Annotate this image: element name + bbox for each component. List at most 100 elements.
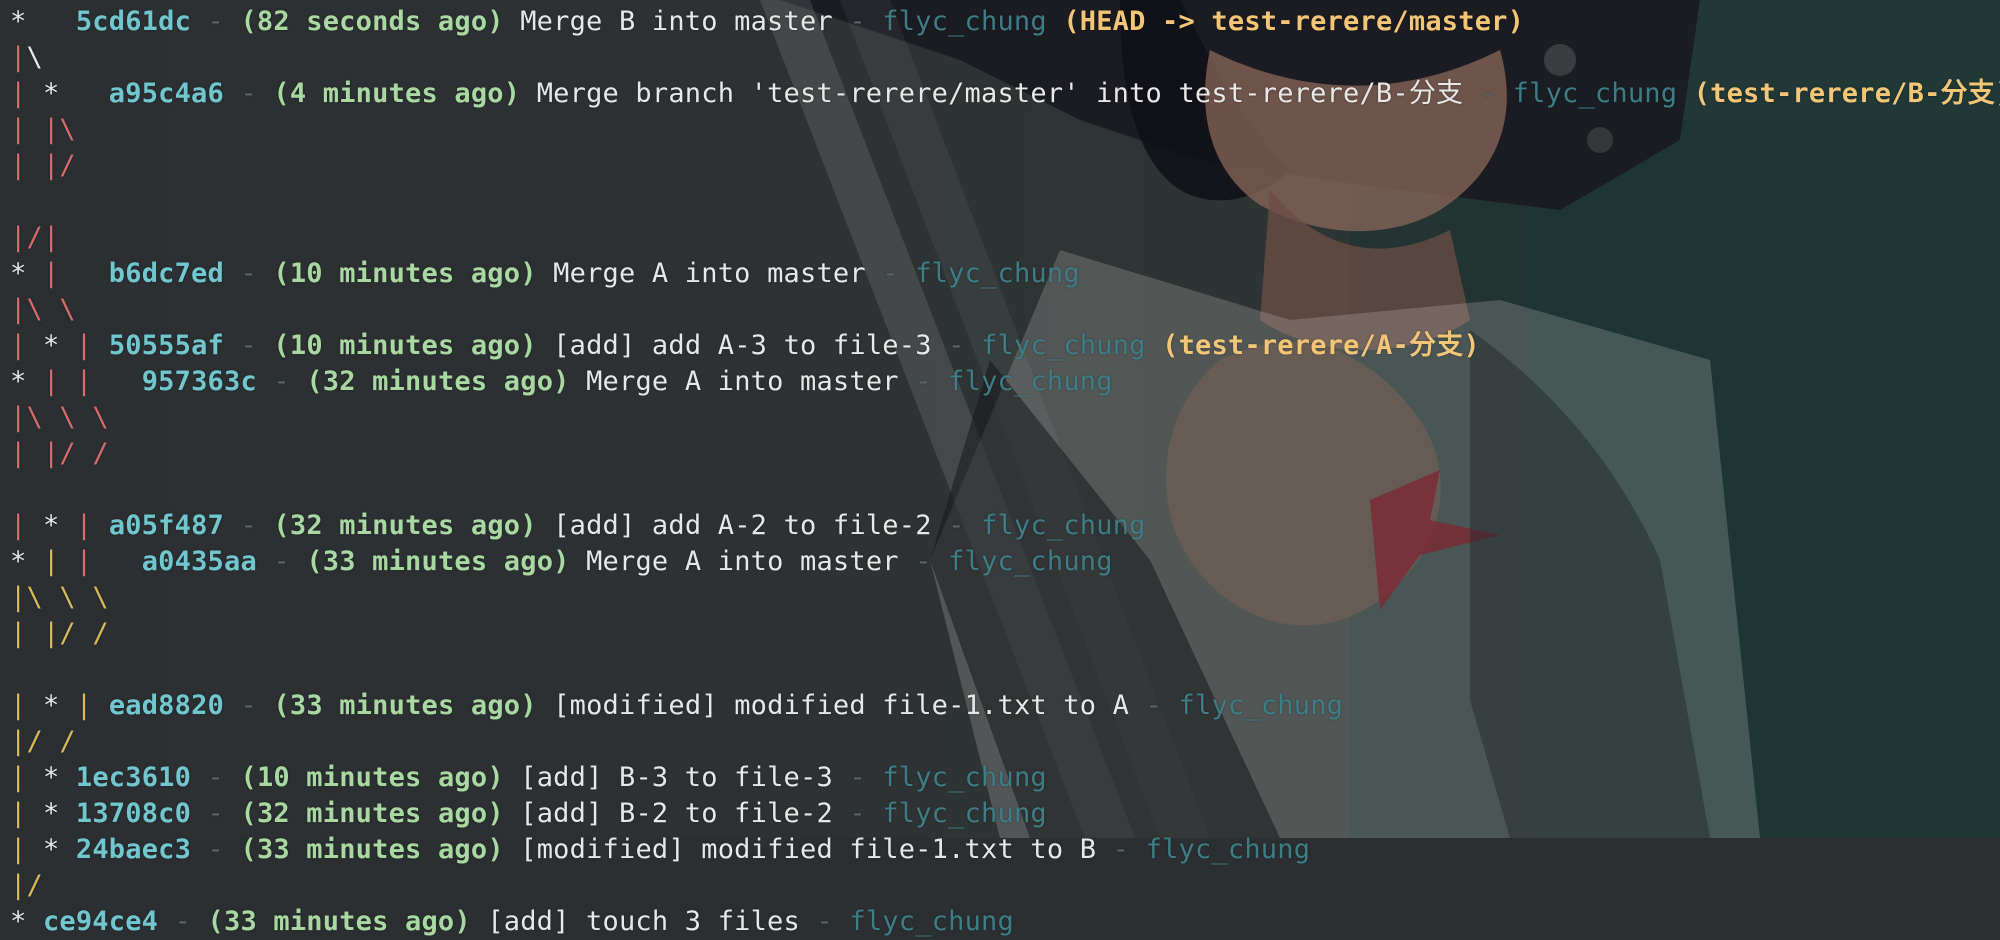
graph-branch: | xyxy=(10,438,27,469)
commit-message: [modified] modified file-1.txt to A xyxy=(553,690,1130,721)
graph-branch: | xyxy=(10,798,27,829)
commit-time: (32 minutes ago) xyxy=(240,798,504,829)
commit-message: Merge branch 'test-rerere/master' into t… xyxy=(536,78,1464,109)
log-line-3: | * a95c4a6 - (4 minutes ago) Merge bran… xyxy=(0,76,2000,112)
graph-branch: / xyxy=(26,222,43,253)
commit-author: flyc_chung xyxy=(948,366,1113,397)
graph-branch: \ xyxy=(59,294,76,325)
separator: - xyxy=(207,762,225,793)
commit-message: [modified] modified file-1.txt to B xyxy=(520,834,1097,865)
log-line-5: | |/ xyxy=(0,148,2000,184)
commit-time: (33 minutes ago) xyxy=(273,690,537,721)
commit-hash[interactable]: 1ec3610 xyxy=(76,762,191,793)
commit-refs[interactable]: (test-rerere/A-分支) xyxy=(1162,330,1480,361)
graph-branch: \ xyxy=(26,582,43,613)
separator: - xyxy=(816,906,833,937)
graph-node: * xyxy=(42,762,60,793)
separator: - xyxy=(948,330,965,361)
graph-branch: | xyxy=(10,78,27,109)
graph-branch: | xyxy=(10,150,27,181)
commit-hash[interactable]: 50555af xyxy=(109,330,224,361)
commit-message: [add] B-2 to file-2 xyxy=(520,798,833,829)
separator: - xyxy=(207,6,224,37)
graph-node: * xyxy=(42,330,60,361)
log-line-23: | * 13708c0 - (32 minutes ago) [add] B-2… xyxy=(0,796,2000,832)
commit-time: (33 minutes ago) xyxy=(240,834,504,865)
commit-hash[interactable]: 5cd61dc xyxy=(76,6,191,37)
log-line-14 xyxy=(0,472,2000,508)
commit-refs[interactable]: (test-rerere/B-分支) xyxy=(1694,78,2000,109)
separator: - xyxy=(1112,834,1130,865)
log-line-6 xyxy=(0,184,2000,220)
commit-hash[interactable]: a05f487 xyxy=(109,510,224,541)
graph-branch: / xyxy=(59,150,76,181)
log-line-16: * | | a0435aa - (33 minutes ago) Merge A… xyxy=(0,544,2000,580)
log-line-19 xyxy=(0,652,2000,688)
commit-time: (33 minutes ago) xyxy=(306,546,570,577)
separator: - xyxy=(849,798,866,829)
commit-time: (82 seconds ago) xyxy=(240,6,504,37)
commit-message: [add] add A-3 to file-3 xyxy=(553,330,932,361)
commit-hash[interactable]: ead8820 xyxy=(109,690,224,721)
separator: - xyxy=(915,546,932,577)
separator: - xyxy=(240,78,257,109)
graph-branch: | xyxy=(42,222,60,253)
graph-branch: | xyxy=(10,114,27,145)
log-line-8: * | b6dc7ed - (10 minutes ago) Merge A i… xyxy=(0,256,2000,292)
graph-branch: | xyxy=(10,330,27,361)
graph-branch: | xyxy=(42,438,60,469)
graph-branch: | xyxy=(10,510,27,541)
commit-hash[interactable]: a0435aa xyxy=(142,546,257,577)
commit-author: flyc_chung xyxy=(981,510,1146,541)
separator: - xyxy=(207,834,225,865)
graph-branch: | xyxy=(10,402,27,433)
log-line-21: |/ / xyxy=(0,724,2000,760)
separator: - xyxy=(915,366,932,397)
commit-hash[interactable]: 24baec3 xyxy=(76,834,191,865)
commit-time: (10 minutes ago) xyxy=(240,762,504,793)
commit-author: flyc_chung xyxy=(1145,834,1311,865)
graph-node: * xyxy=(10,546,27,577)
separator: - xyxy=(240,510,257,541)
graph-branch: \ xyxy=(92,402,109,433)
graph-branch: / xyxy=(59,618,76,649)
commit-refs[interactable]: (HEAD -> test-rerere/master) xyxy=(1063,6,1524,37)
commit-hash[interactable]: ce94ce4 xyxy=(43,906,158,937)
commit-hash[interactable]: 957363c xyxy=(142,366,257,397)
commit-author: flyc_chung xyxy=(882,798,1047,829)
commit-message: [add] B-3 to file-3 xyxy=(520,762,833,793)
separator: - xyxy=(240,258,257,289)
log-line-20: | * | ead8820 - (33 minutes ago) [modifi… xyxy=(0,688,2000,724)
graph-branch: | xyxy=(75,690,93,721)
commit-hash[interactable]: 13708c0 xyxy=(76,798,191,829)
commit-time: (4 minutes ago) xyxy=(273,78,521,109)
commit-hash[interactable]: a95c4a6 xyxy=(109,78,224,109)
graph-branch: | xyxy=(42,258,60,289)
commit-author: flyc_chung xyxy=(948,546,1113,577)
commit-author: flyc_chung xyxy=(915,258,1080,289)
commit-hash[interactable]: b6dc7ed xyxy=(109,258,224,289)
separator: - xyxy=(849,6,866,37)
graph-branch: | xyxy=(10,870,27,901)
graph-branch: \ xyxy=(26,402,43,433)
graph-branch: / xyxy=(59,438,76,469)
graph-branch: | xyxy=(10,690,27,721)
log-line-22: | * 1ec3610 - (10 minutes ago) [add] B-3… xyxy=(0,760,2000,796)
graph-branch: | xyxy=(10,726,27,757)
log-line-4: | |\ xyxy=(0,112,2000,148)
commit-time: (32 minutes ago) xyxy=(273,510,537,541)
graph-node: * xyxy=(10,258,27,289)
graph-branch: | xyxy=(42,546,60,577)
graph-branch: / xyxy=(26,870,43,901)
separator: - xyxy=(273,366,290,397)
commit-message: Merge A into master xyxy=(586,366,899,397)
separator: - xyxy=(174,906,192,937)
log-line-26: * ce94ce4 - (33 minutes ago) [add] touch… xyxy=(0,904,2000,940)
graph-branch: \ xyxy=(59,114,76,145)
log-line-12: |\ \ \ xyxy=(0,400,2000,436)
graph-node: * xyxy=(10,906,27,937)
graph-node: * xyxy=(10,366,27,397)
graph-branch: | xyxy=(42,114,60,145)
graph-branch: | xyxy=(75,510,93,541)
commit-time: (33 minutes ago) xyxy=(207,906,471,937)
